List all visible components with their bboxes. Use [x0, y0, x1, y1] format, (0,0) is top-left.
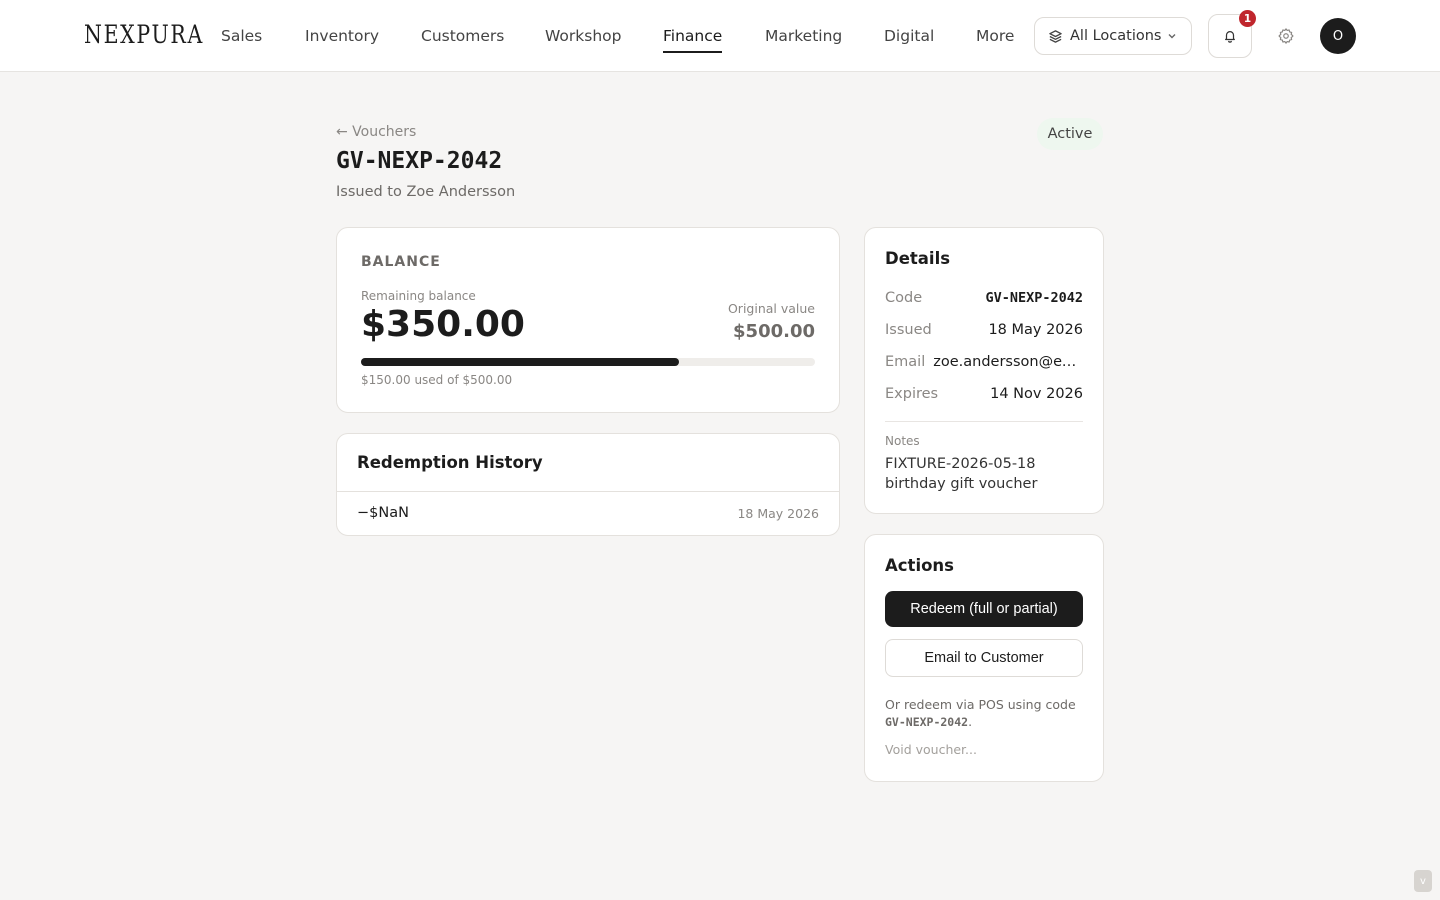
balance-card: BALANCE Remaining balance $350.00 Origin…	[336, 227, 840, 413]
actions-title: Actions	[885, 556, 954, 575]
details-card: Details Code GV-NEXP-2042 Issued 18 May …	[864, 227, 1104, 514]
nav-item-finance[interactable]: Finance	[663, 0, 723, 72]
redemption-history-title: Redemption History	[357, 453, 543, 472]
balance-progress-bar	[361, 358, 815, 366]
corner-toggle-button[interactable]: v	[1414, 870, 1432, 892]
user-avatar[interactable]: O	[1320, 18, 1356, 54]
layers-icon	[1048, 29, 1063, 44]
detail-value-email: zoe.andersson@example.com	[933, 354, 1083, 370]
redemption-history-card: Redemption History −$NaN 18 May 2026	[336, 433, 840, 536]
nav-item-workshop[interactable]: Workshop	[545, 0, 621, 72]
detail-key: Email	[885, 354, 926, 370]
original-value-label: Original value	[727, 301, 815, 316]
email-to-customer-button[interactable]: Email to Customer	[885, 639, 1083, 677]
status-badge: Active	[1037, 118, 1103, 150]
redemption-amount: −$NaN	[357, 505, 409, 521]
detail-value-code: GV-NEXP-2042	[985, 290, 1083, 306]
pos-hint-text: Or redeem via POS using code	[885, 697, 1076, 712]
balance-section-label: BALANCE	[361, 254, 441, 270]
notification-count-badge: 1	[1239, 10, 1256, 27]
detail-key: Code	[885, 290, 923, 306]
used-amount-text: $150.00 used of $500.00	[361, 373, 513, 387]
balance-progress-fill	[361, 358, 679, 366]
detail-row-email: Email zoe.andersson@example.com	[885, 352, 1083, 372]
settings-button[interactable]	[1274, 24, 1298, 48]
remaining-balance-label: Remaining balance	[361, 289, 476, 303]
remaining-balance-value: $350.00	[361, 304, 525, 345]
bell-icon	[1223, 29, 1237, 43]
notes-label: Notes	[885, 434, 920, 448]
chevron-down-icon	[1167, 31, 1177, 41]
page-subtitle: Issued to Zoe Andersson	[336, 184, 516, 200]
pos-hint-suffix: .	[968, 714, 973, 729]
location-selector[interactable]: All Locations	[1034, 17, 1192, 55]
nav-item-sales[interactable]: Sales	[221, 0, 262, 72]
nav-item-more[interactable]: More	[976, 0, 1014, 72]
detail-key: Issued	[885, 322, 932, 338]
pos-code: GV-NEXP-2042	[885, 715, 969, 729]
pos-redeem-hint: Or redeem via POS using code GV-NEXP-204…	[885, 696, 1085, 731]
redemption-date: 18 May 2026	[737, 506, 819, 521]
actions-card: Actions Redeem (full or partial) Email t…	[864, 534, 1104, 782]
detail-row-code: Code GV-NEXP-2042	[885, 288, 1083, 308]
detail-value-expires: 14 Nov 2026	[990, 386, 1083, 402]
brand-logo[interactable]: NEXPURA	[84, 20, 204, 49]
location-selector-label: All Locations	[1070, 28, 1162, 44]
void-voucher-link[interactable]: Void voucher...	[885, 742, 977, 757]
nav-item-customers[interactable]: Customers	[421, 0, 504, 72]
detail-key: Expires	[885, 386, 939, 402]
redeem-button[interactable]: Redeem (full or partial)	[885, 591, 1083, 627]
detail-value-issued: 18 May 2026	[988, 322, 1083, 338]
page-title: GV-NEXP-2042	[336, 148, 503, 174]
original-value: $500.00	[733, 321, 815, 342]
nav-item-digital[interactable]: Digital	[884, 0, 934, 72]
detail-row-issued: Issued 18 May 2026	[885, 320, 1083, 340]
gear-icon	[1277, 27, 1295, 45]
detail-row-expires: Expires 14 Nov 2026	[885, 384, 1083, 404]
divider	[885, 421, 1083, 422]
notes-text: FIXTURE-2026-05-18 birthday gift voucher	[885, 456, 1038, 492]
details-title: Details	[885, 249, 951, 268]
top-nav-bar: NEXPURA Sales Inventory Customers Worksh…	[0, 0, 1440, 72]
nav-item-inventory[interactable]: Inventory	[305, 0, 379, 72]
back-to-vouchers-link[interactable]: ← Vouchers	[336, 124, 416, 140]
divider	[337, 491, 839, 492]
nav-item-marketing[interactable]: Marketing	[765, 0, 842, 72]
